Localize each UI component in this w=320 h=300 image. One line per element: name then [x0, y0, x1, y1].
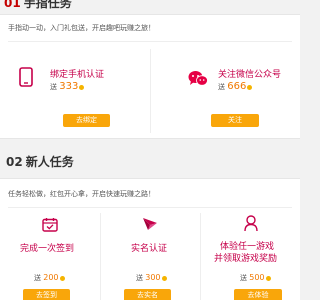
- section-hint: 手指动一动，入门礼包送，开启趣吧玩赚之旅！: [8, 24, 155, 32]
- reward-prefix: 送: [136, 274, 143, 282]
- coin-icon: [59, 275, 65, 281]
- coin-icon: [161, 275, 167, 281]
- section-number: 02: [6, 155, 23, 169]
- section-1-card: 手指动一动，入门礼包送，开启趣吧玩赚之旅！ 绑定手机认证 送 333 去绑定 关…: [0, 14, 300, 139]
- reward-prefix: 送: [50, 83, 57, 91]
- section-title-2: 02 新人任务: [2, 153, 74, 170]
- column-divider: [200, 213, 201, 300]
- column-divider: [150, 49, 151, 133]
- reward-real-name: 送 300: [136, 273, 167, 283]
- send-arrow-icon: [142, 217, 158, 232]
- phone-icon: [19, 67, 33, 87]
- reward-follow-wechat: 送 666: [218, 81, 253, 92]
- reward-amount: 333: [59, 81, 79, 92]
- sign-in-button[interactable]: 去签到: [23, 289, 70, 300]
- follow-wechat-button[interactable]: 关注: [211, 114, 259, 127]
- wechat-icon: [188, 70, 208, 87]
- section-hint: 任务轻松做，红包开心拿，开启快速玩赚之路！: [8, 190, 155, 198]
- decorative-bars: [268, 293, 282, 300]
- divider: [8, 207, 292, 208]
- reward-prefix: 送: [240, 274, 247, 282]
- task-title-bind-phone: 绑定手机认证: [50, 70, 105, 80]
- reward-amount: 300: [145, 273, 161, 282]
- section-2-card: 任务轻松做，红包开心拿，开启快速玩赚之路！ 完成一次签到 送 200 去签到 实…: [0, 178, 300, 300]
- section-heading: 新人任务: [25, 155, 74, 169]
- task-title-try-game-line2: 并领取游戏奖励: [214, 254, 278, 264]
- coin-icon: [265, 275, 271, 281]
- reward-amount: 500: [249, 273, 265, 282]
- task-title-sign-in: 完成一次签到: [20, 244, 75, 254]
- section-title-1: 01 手指任务: [0, 0, 72, 11]
- reward-amount: 200: [43, 273, 59, 282]
- reward-amount: 666: [227, 81, 247, 92]
- task-title-follow-wechat: 关注微信公众号: [218, 70, 282, 80]
- divider: [8, 41, 292, 42]
- reward-sign-in: 送 200: [34, 273, 65, 283]
- task-title-real-name: 实名认证: [131, 244, 168, 254]
- section-heading: 手指任务: [23, 0, 72, 10]
- coin-icon: [79, 84, 85, 90]
- coin-icon: [247, 84, 253, 90]
- reward-try-game: 送 500: [240, 273, 271, 283]
- section-number: 01: [4, 0, 21, 10]
- column-divider: [100, 213, 101, 300]
- reward-prefix: 送: [218, 83, 225, 91]
- reward-bind-phone: 送 333: [50, 81, 85, 92]
- real-name-button[interactable]: 去实名: [124, 289, 171, 300]
- user-icon: [244, 215, 258, 232]
- bind-phone-button[interactable]: 去绑定: [63, 114, 110, 127]
- calendar-check-icon: [42, 217, 58, 232]
- reward-prefix: 送: [34, 274, 41, 282]
